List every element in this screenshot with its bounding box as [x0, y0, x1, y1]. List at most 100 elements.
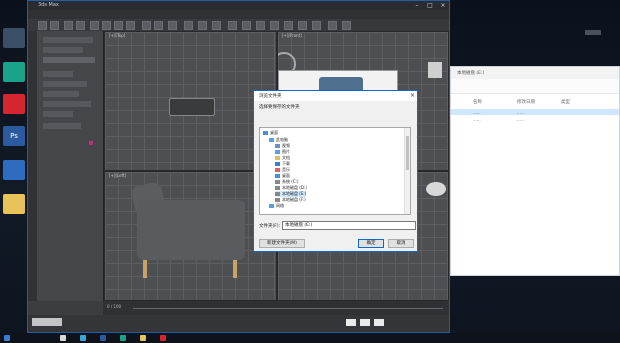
panel-row[interactable]: [43, 123, 81, 129]
taskbar: [0, 333, 620, 343]
panel-row[interactable]: [43, 71, 73, 77]
table-row: ......: [473, 110, 481, 115]
help-icon[interactable]: [342, 21, 351, 30]
chair-body: [137, 200, 245, 260]
viewport-label[interactable]: [+][Left]: [109, 173, 126, 178]
app-red-icon[interactable]: [3, 94, 25, 114]
render-icon[interactable]: [212, 21, 221, 30]
tree-node[interactable]: 网络: [269, 203, 284, 209]
status-bar: [28, 315, 449, 332]
color-swatch[interactable]: [89, 141, 93, 145]
scale-icon[interactable]: [126, 21, 135, 30]
table-row: ......: [517, 110, 525, 115]
viewport-left[interactable]: [+][Left]: [104, 171, 277, 301]
panel-row[interactable]: [43, 37, 93, 43]
column-type[interactable]: 类型: [561, 99, 570, 105]
curve-editor-icon[interactable]: [242, 21, 251, 30]
viewcube-icon[interactable]: [426, 182, 446, 196]
taskbar-app[interactable]: [140, 335, 146, 341]
explorer-window[interactable]: 本地磁盘 (E:) 名称 修改日期 类型 ...... ...... .....…: [450, 66, 620, 276]
folder-icon[interactable]: [3, 194, 25, 214]
panel-row[interactable]: [43, 111, 73, 117]
select-icon[interactable]: [90, 21, 99, 30]
maxscript-listener[interactable]: [32, 318, 62, 326]
desktop-note: [585, 30, 601, 35]
side-strip: [28, 31, 37, 301]
max-title: 3ds Max: [38, 2, 59, 8]
move-icon[interactable]: [102, 21, 111, 30]
dialog-description: 选择要保存的文件夹: [259, 105, 300, 110]
taskbar-app[interactable]: [80, 335, 86, 341]
taskbar-app[interactable]: [120, 335, 126, 341]
command-panel[interactable]: [37, 31, 104, 301]
photoshop-icon[interactable]: Ps: [3, 126, 25, 146]
tree-scroll-thumb[interactable]: [406, 136, 409, 170]
app-blue-icon[interactable]: [3, 160, 25, 180]
taskbar-app[interactable]: [60, 335, 66, 341]
new-folder-button[interactable]: 新建文件夹(M): [259, 239, 305, 248]
cancel-button[interactable]: 取消: [388, 239, 414, 248]
timeline[interactable]: 0 / 100: [103, 301, 449, 315]
panel-row[interactable]: [43, 81, 87, 87]
play-icon[interactable]: [346, 319, 356, 326]
app-green-icon[interactable]: [3, 62, 25, 82]
layer-icon[interactable]: [228, 21, 237, 30]
unlink-icon[interactable]: [76, 21, 85, 30]
align-icon[interactable]: [168, 21, 177, 30]
mirror-icon[interactable]: [154, 21, 163, 30]
timeline-track[interactable]: [133, 308, 443, 309]
folder-icon: [275, 162, 280, 166]
folder-icon: [275, 150, 280, 154]
panel-row[interactable]: [43, 47, 83, 53]
folder-icon: [275, 168, 280, 172]
viewport-label[interactable]: [+][Top]: [109, 33, 125, 38]
link-icon[interactable]: [64, 21, 73, 30]
view-icon[interactable]: [312, 21, 321, 30]
render-setup-icon[interactable]: [198, 21, 207, 30]
recycle-bin-icon[interactable]: [3, 28, 25, 48]
panel-row[interactable]: [43, 57, 95, 63]
rotate-icon[interactable]: [114, 21, 123, 30]
teapot-icon[interactable]: [284, 21, 293, 30]
taskbar-app[interactable]: [100, 335, 106, 341]
env-icon[interactable]: [298, 21, 307, 30]
column-name[interactable]: 名称: [473, 99, 482, 105]
menu-bar: [28, 10, 449, 19]
dialog-title: 浏览文件夹: [259, 94, 282, 99]
folder-label: 文件夹(F):: [259, 224, 281, 229]
close-icon[interactable]: ×: [437, 1, 449, 10]
start-icon[interactable]: [4, 335, 10, 341]
maximize-icon[interactable]: □: [424, 1, 436, 10]
undo-icon[interactable]: [38, 21, 47, 30]
ok-button[interactable]: 确定: [358, 239, 384, 248]
panel-row[interactable]: [43, 101, 91, 107]
column-date[interactable]: 修改日期: [517, 99, 535, 105]
panel-row[interactable]: [43, 91, 79, 97]
tree-node[interactable]: 桌面: [263, 130, 278, 136]
browse-folder-dialog[interactable]: 浏览文件夹 × 选择要保存的文件夹 桌面 此电脑 视频 图片 文档 下载 音乐 …: [253, 90, 418, 252]
viewport-label[interactable]: [+][Front]: [282, 33, 302, 38]
table-row: ......: [473, 117, 481, 122]
last-frame-icon[interactable]: [374, 319, 384, 326]
schematic-icon[interactable]: [256, 21, 265, 30]
slate-icon[interactable]: [270, 21, 279, 30]
viewcube-icon[interactable]: [428, 62, 442, 78]
folder-tree[interactable]: 桌面 此电脑 视频 图片 文档 下载 音乐 桌面 系统 (C:) 本地磁盘 (D…: [259, 127, 411, 215]
network-icon: [269, 204, 274, 208]
snap-icon[interactable]: [142, 21, 151, 30]
desktop-icon: [263, 131, 268, 135]
material-icon[interactable]: [184, 21, 193, 30]
timeline-readout: 0 / 100: [107, 304, 122, 309]
drive-icon: [275, 192, 280, 196]
computer-icon: [269, 138, 274, 142]
script-icon[interactable]: [328, 21, 337, 30]
taskbar-app[interactable]: [160, 335, 166, 341]
next-frame-icon[interactable]: [360, 319, 370, 326]
redo-icon[interactable]: [50, 21, 59, 30]
explorer-titlebar: 本地磁盘 (E:): [451, 67, 619, 79]
folder-input[interactable]: 本地磁盘 (E:): [282, 221, 416, 230]
table-row: ......: [517, 117, 525, 122]
minimize-icon[interactable]: –: [411, 1, 423, 10]
viewport-top[interactable]: [+][Top]: [104, 31, 277, 171]
close-icon[interactable]: ×: [410, 91, 415, 101]
